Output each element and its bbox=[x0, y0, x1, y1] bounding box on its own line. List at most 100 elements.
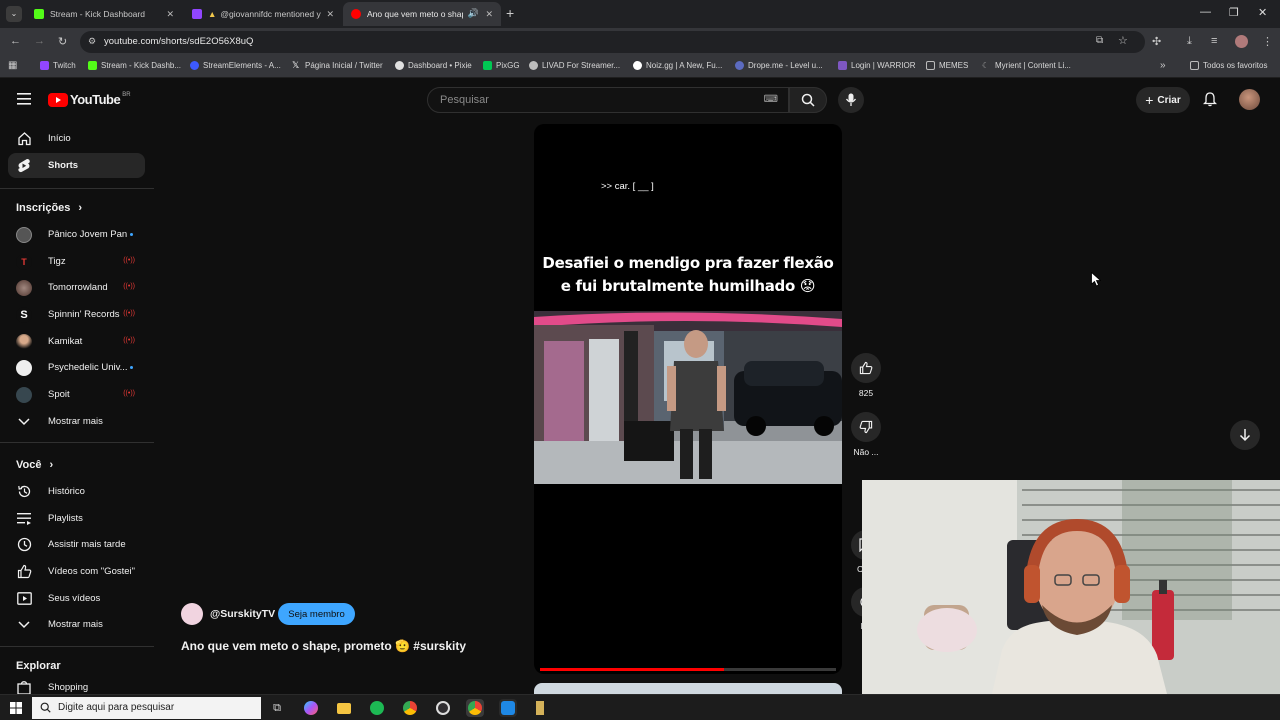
bookmark-pixie[interactable]: Dashboard • Pixie bbox=[395, 61, 472, 70]
shopping-icon bbox=[16, 679, 32, 695]
channel-avatar bbox=[16, 333, 32, 350]
downloads-icon[interactable]: ⤓ bbox=[1187, 35, 1192, 48]
sidebar-item-shorts[interactable]: Shorts bbox=[8, 153, 145, 178]
audio-playing-icon[interactable]: 🔊 bbox=[468, 8, 479, 19]
channel-avatar[interactable] bbox=[181, 603, 203, 625]
bookmark-livad[interactable]: LIVAD For Streamer... bbox=[529, 61, 620, 70]
bookmark-kick[interactable]: Stream - Kick Dashb... bbox=[88, 61, 181, 70]
url-text[interactable]: youtube.com/shorts/sdE2O56X8uQ bbox=[104, 36, 253, 47]
sidebar-item-subscription[interactable]: T Tigz ((•)) bbox=[8, 249, 145, 274]
install-app-icon[interactable]: ⧉ bbox=[1096, 35, 1103, 46]
close-icon[interactable]: ✕ bbox=[326, 9, 334, 20]
menu-icon[interactable] bbox=[17, 93, 31, 105]
tab-search-button[interactable]: ⌄ bbox=[6, 6, 22, 22]
site-info-icon[interactable]: ⚙ bbox=[88, 36, 96, 47]
pixgg-icon bbox=[483, 61, 492, 70]
obs-icon[interactable] bbox=[434, 699, 452, 717]
media-control-icon[interactable]: ≡ bbox=[1211, 35, 1217, 47]
next-video-button[interactable] bbox=[1230, 420, 1260, 450]
reload-icon[interactable]: ↻ bbox=[58, 35, 67, 48]
extensions-icon[interactable]: ✣ bbox=[1152, 35, 1161, 48]
keyboard-icon[interactable]: ⌨ bbox=[764, 94, 778, 105]
bookmark-folder-memes[interactable]: MEMES bbox=[926, 61, 968, 70]
youtube-logo[interactable]: YouTube BR bbox=[48, 92, 131, 107]
sidebar-item-subscription[interactable]: Spoit ((•)) bbox=[8, 382, 145, 407]
more-bookmarks-icon[interactable]: » bbox=[1160, 60, 1166, 71]
channel-name[interactable]: @SurskityTV bbox=[210, 608, 275, 620]
sidebar-item-subscription[interactable]: Pânico Jovem Pan bbox=[8, 222, 145, 247]
bookmark-star-icon[interactable]: ☆ bbox=[1118, 34, 1128, 47]
back-icon[interactable]: ← bbox=[10, 35, 21, 47]
sidebar-item-subscription[interactable]: Kamikat ((•)) bbox=[8, 329, 145, 354]
account-avatar[interactable] bbox=[1239, 89, 1260, 110]
youtube-play-logo-icon bbox=[48, 92, 68, 107]
sidebar-item-home[interactable]: Início bbox=[8, 126, 145, 151]
all-bookmarks-folder[interactable]: Todos os favoritos bbox=[1190, 61, 1267, 70]
task-view-icon[interactable]: ⧉ bbox=[268, 699, 286, 717]
sidebar-show-more[interactable]: Mostrar mais bbox=[8, 612, 145, 637]
search-button[interactable] bbox=[789, 87, 827, 113]
bookmark-warrior[interactable]: Login | WARRIOR bbox=[838, 61, 915, 70]
sidebar-item-label: Pânico Jovem Pan bbox=[48, 229, 128, 240]
browser-tab-youtube[interactable]: Ano que vem meto o shape 🔊 ✕ bbox=[343, 2, 501, 26]
headline-line: e fui brutalmente humilhado 😟 bbox=[560, 277, 816, 295]
bookmark-myrient[interactable]: ☾ Myrient | Content Li... bbox=[982, 61, 1071, 70]
voice-search-button[interactable] bbox=[838, 87, 864, 113]
like-button[interactable] bbox=[851, 353, 881, 383]
tab-title: Stream - Kick Dashboard bbox=[50, 9, 145, 19]
video-progress-bar[interactable] bbox=[540, 668, 836, 671]
bookmark-drope[interactable]: Drope.me - Level u... bbox=[735, 61, 823, 70]
close-icon[interactable]: ✕ bbox=[485, 9, 493, 20]
browser-tab-twitch[interactable]: ▲ @giovannifdc mentioned y ✕ bbox=[184, 2, 342, 26]
chrome-active-icon[interactable] bbox=[466, 699, 484, 717]
sidebar-show-more[interactable]: Mostrar mais bbox=[8, 409, 145, 434]
profile-avatar[interactable] bbox=[1235, 35, 1248, 48]
address-bar[interactable]: ⚙ youtube.com/shorts/sdE2O56X8uQ ⧉ ☆ bbox=[80, 31, 1145, 53]
copilot-icon[interactable] bbox=[302, 699, 320, 717]
sidebar-item-watch-later[interactable]: Assistir mais tarde bbox=[8, 532, 145, 557]
close-icon[interactable]: ✕ bbox=[166, 9, 174, 20]
bookmark-twitch[interactable]: Twitch bbox=[40, 61, 76, 70]
sidebar-item-playlists[interactable]: Playlists bbox=[8, 506, 145, 531]
forward-icon[interactable]: → bbox=[34, 35, 45, 47]
bookmark-streamelements[interactable]: StreamElements - A... bbox=[190, 61, 281, 70]
sidebar-item-subscription[interactable]: S Spinnin' Records ((•)) bbox=[8, 302, 145, 327]
sidebar-item-label: Shopping bbox=[48, 681, 89, 693]
subscriptions-heading[interactable]: Inscrições › bbox=[16, 202, 82, 214]
app-icon[interactable] bbox=[531, 699, 549, 717]
tab-title: Ano que vem meto o shape bbox=[367, 9, 463, 19]
file-explorer-icon[interactable] bbox=[335, 699, 353, 717]
sidebar-item-subscription[interactable]: Tomorrowland ((•)) bbox=[8, 275, 145, 300]
taskbar-search-input[interactable]: Digite aqui para pesquisar bbox=[32, 697, 261, 719]
app-icon[interactable] bbox=[499, 699, 517, 717]
minimize-icon[interactable]: — bbox=[1200, 6, 1211, 18]
bell-icon: ▲ bbox=[208, 9, 217, 19]
bookmark-label: MEMES bbox=[939, 61, 969, 70]
bookmark-twitter[interactable]: 𝕏 Página Inicial / Twitter bbox=[292, 61, 383, 71]
you-heading[interactable]: Você › bbox=[16, 459, 53, 471]
search-input[interactable]: Pesquisar ⌨ bbox=[427, 87, 789, 113]
windows-start-icon[interactable] bbox=[10, 702, 22, 714]
browser-tab-kick[interactable]: Stream - Kick Dashboard ✕ bbox=[26, 2, 182, 26]
dislike-button[interactable] bbox=[851, 412, 881, 442]
new-tab-button[interactable]: + bbox=[506, 5, 514, 21]
sidebar-item-subscription[interactable]: Psychedelic Univ... bbox=[8, 355, 145, 380]
more-menu-icon[interactable]: ⋮ bbox=[1262, 35, 1273, 48]
sidebar-item-label: Tomorrowland bbox=[48, 282, 108, 293]
notifications-icon[interactable] bbox=[1203, 92, 1217, 107]
apps-grid-icon[interactable]: ▦ bbox=[8, 60, 17, 71]
sidebar-item-label: Histórico bbox=[48, 486, 85, 497]
bookmark-noiz[interactable]: Noiz.gg | A New, Fu... bbox=[633, 61, 722, 70]
create-button[interactable]: + Criar bbox=[1136, 87, 1190, 113]
sidebar-item-your-videos[interactable]: Seus vídeos bbox=[8, 586, 145, 611]
restore-icon[interactable]: ❐ bbox=[1229, 6, 1239, 19]
bookmark-pixgg[interactable]: PixGG bbox=[483, 61, 520, 70]
sidebar-item-liked-videos[interactable]: Vídeos com "Gostei" bbox=[8, 559, 145, 584]
chrome-icon[interactable] bbox=[401, 699, 419, 717]
sidebar-item-label: Seus vídeos bbox=[48, 593, 101, 604]
sidebar-item-label: Mostrar mais bbox=[48, 619, 103, 630]
window-close-icon[interactable]: ✕ bbox=[1258, 6, 1267, 19]
sidebar-item-history[interactable]: Histórico bbox=[8, 479, 145, 504]
spotify-icon[interactable] bbox=[368, 699, 386, 717]
join-button[interactable]: Seja membro bbox=[278, 603, 355, 625]
